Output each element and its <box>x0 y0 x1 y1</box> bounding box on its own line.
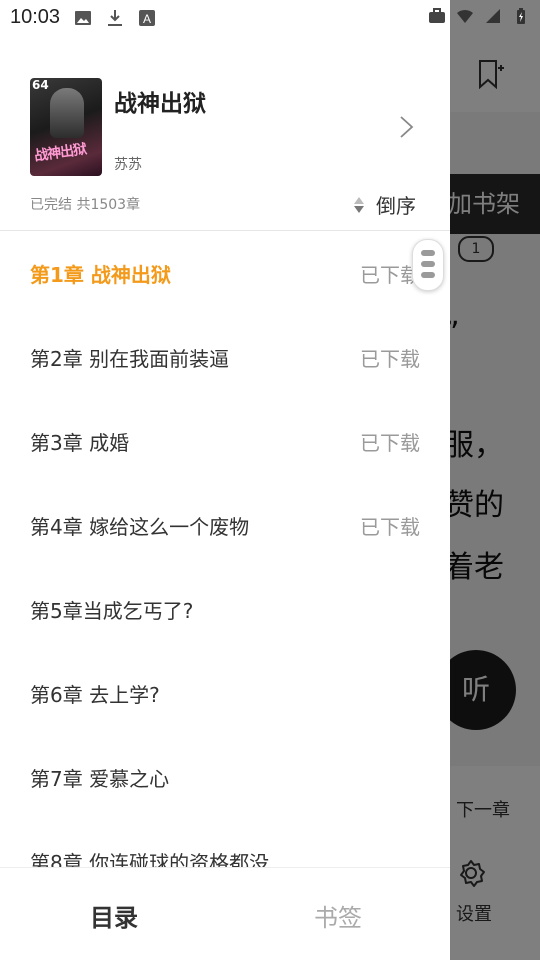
tab-toc[interactable]: 目录 <box>90 898 138 933</box>
download-icon <box>108 9 123 26</box>
chapter-title: 第6章 去上学? <box>30 683 160 707</box>
scroll-handle-grip <box>421 261 435 267</box>
bottom-tab-bar: 目录 书签 <box>0 867 450 961</box>
chapter-item[interactable]: 第6章 去上学? <box>0 651 450 735</box>
chapter-title: 第5章当成乞丐了? <box>30 599 194 623</box>
sort-label: 倒序 <box>376 194 416 218</box>
book-title: 战神出狱 <box>114 91 206 117</box>
table-of-contents-drawer: 64 战神出狱 战神出狱 苏苏 已完结 共1503章 倒序 第1章 战神出狱已下… <box>0 0 450 961</box>
book-cover: 64 战神出狱 <box>30 78 102 176</box>
sort-icon <box>354 196 364 213</box>
chapter-list[interactable]: 第1章 战神出狱 已下载 第2章 别在我面前装逼 已下载 第3章 成婚 已下载 第4章 嫁给… <box>0 231 450 867</box>
cover-figure <box>50 88 84 138</box>
chapter-title: 第2章 别在我面前装逼 <box>30 347 230 371</box>
book-author: 苏苏 <box>114 157 142 173</box>
cover-title: 战神出狱 <box>33 141 87 165</box>
fast-scroll-handle[interactable] <box>412 239 444 291</box>
chapter-item[interactable]: 第8章 你连碰球的资格都没 <box>0 819 450 867</box>
cover-number: 64 <box>32 78 49 92</box>
chevron-right-icon[interactable] <box>398 114 416 140</box>
status-bar: 10:03 A <box>0 0 540 36</box>
chapter-download-status: 已下载 <box>360 515 420 539</box>
book-meta: 已完结 共1503章 <box>30 197 141 213</box>
sort-order-button[interactable]: 倒序 <box>352 190 416 219</box>
chapter-download-status: 已下载 <box>360 431 420 455</box>
tab-bookmarks[interactable]: 书签 <box>314 898 362 933</box>
svg-text:A: A <box>143 12 151 26</box>
chapter-item[interactable]: 第4章 嫁给这么一个废物 已下载 <box>0 483 450 567</box>
chapter-title: 第1章 战神出狱 <box>30 263 171 287</box>
scroll-handle-grip <box>421 272 435 278</box>
status-time: 10:03 <box>10 6 61 28</box>
briefcase-icon <box>429 8 445 23</box>
chapter-title: 第8章 你连碰球的资格都没 <box>30 851 270 867</box>
chapter-title: 第7章 爱慕之心 <box>30 767 170 791</box>
chapter-download-status: 已下载 <box>360 347 420 371</box>
signal-icon <box>486 9 500 23</box>
chapter-download-status: 已下载 <box>360 263 420 287</box>
chapter-title: 第3章 成婚 <box>30 431 130 455</box>
chapter-item[interactable]: 第3章 成婚 已下载 <box>0 399 450 483</box>
wifi-icon <box>457 9 473 23</box>
scroll-handle-grip <box>421 250 435 256</box>
image-icon <box>75 10 92 25</box>
font-icon: A <box>139 9 156 26</box>
chapter-item[interactable]: 第7章 爱慕之心 <box>0 735 450 819</box>
chapter-item[interactable]: 第5章当成乞丐了? <box>0 567 450 651</box>
chapter-item[interactable]: 第1章 战神出狱 已下载 <box>0 231 450 315</box>
chapter-title: 第4章 嫁给这么一个废物 <box>30 515 250 539</box>
chapter-item[interactable]: 第2章 别在我面前装逼 已下载 <box>0 315 450 399</box>
battery-icon <box>517 8 525 24</box>
book-header[interactable]: 64 战神出狱 战神出狱 苏苏 已完结 共1503章 倒序 <box>0 36 450 230</box>
